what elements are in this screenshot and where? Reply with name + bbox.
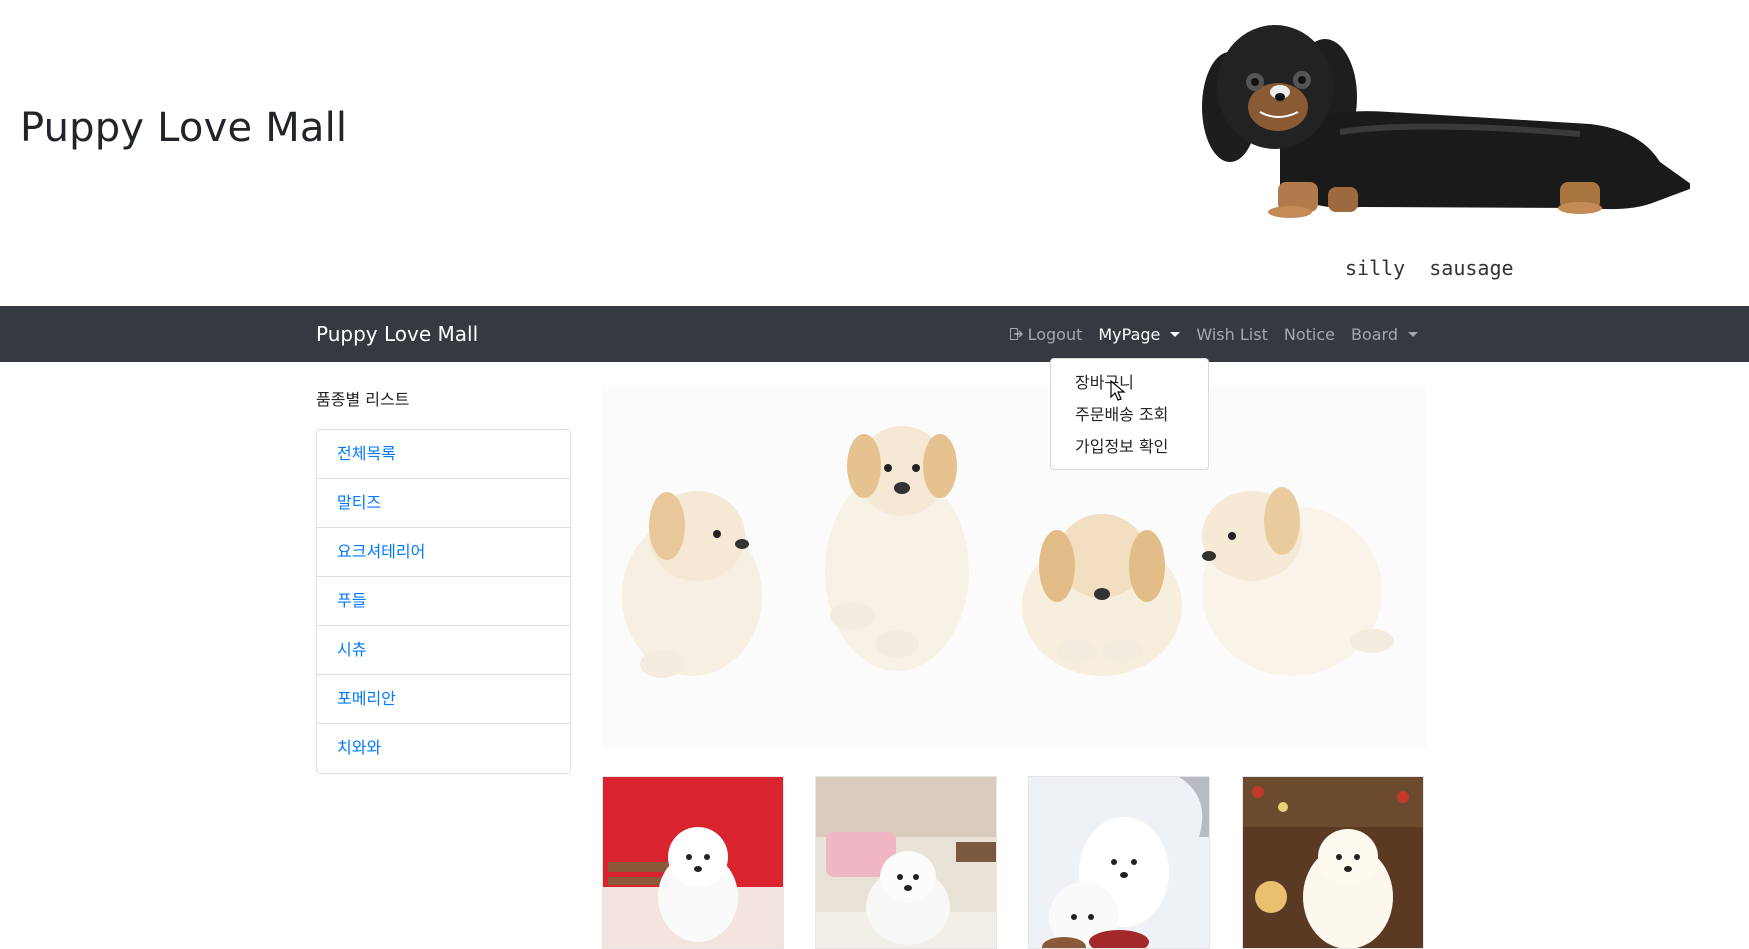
board-label: Board [1350,324,1398,344]
two-white-puppies [1029,777,1209,948]
site-title: Puppy Love Mall [20,105,348,151]
top-navbar: Puppy Love Mall Logout MyPage Wish List … [0,306,1749,362]
mypage-dropdown-menu: 장바구니 주문배송 조회 가입정보 확인 [1050,358,1209,470]
sign-out-icon [1009,328,1023,340]
four-puppies-photo [602,386,1426,748]
breed-item-yorkshire[interactable]: 요크셔테리어 [317,528,570,577]
mypage-dropdown-toggle[interactable]: MyPage [1098,324,1181,344]
menu-item-account-info[interactable]: 가입정보 확인 [1051,431,1208,463]
menu-item-cart[interactable]: 장바구니 [1051,367,1208,399]
white-puppy-christmas [1243,777,1423,948]
menu-item-order-tracking[interactable]: 주문배송 조회 [1051,399,1208,431]
notice-link[interactable]: Notice [1284,325,1335,344]
white-puppy-red-background [603,777,783,948]
navbar-brand[interactable]: Puppy Love Mall [316,322,478,346]
caret-down-icon [1408,331,1418,337]
product-thumbnail[interactable] [1028,776,1210,949]
navbar-links: Logout MyPage Wish List Notice Board [1009,306,1418,362]
hero-carousel[interactable] [602,386,1426,748]
illustration-caption: silly sausage [1345,256,1514,280]
white-puppy-pink-sofa [816,777,996,948]
breed-item-maltese[interactable]: 말티즈 [317,479,570,528]
wishlist-link[interactable]: Wish List [1196,325,1267,344]
logout-label: Logout [1027,324,1083,344]
logout-link[interactable]: Logout [1009,324,1083,344]
breed-item-poodle[interactable]: 푸들 [317,577,570,626]
caret-down-icon [1170,331,1181,337]
product-thumbnail[interactable] [1242,776,1424,949]
breed-item-all[interactable]: 전체목록 [317,430,570,479]
dachshund-illustration [1202,25,1690,218]
mypage-label: MyPage [1098,324,1161,344]
header-banner: Puppy Love Mall silly sausage [0,0,1749,306]
sidebar-heading: 품종별 리스트 [316,390,410,409]
breed-item-shihtzu[interactable]: 시츄 [317,626,570,675]
product-thumbnail[interactable] [602,776,784,949]
product-thumbnail[interactable] [815,776,997,949]
mouse-cursor-icon [1110,380,1126,401]
board-dropdown-toggle[interactable]: Board [1351,325,1418,344]
breed-list: 전체목록 말티즈 요크셔테리어 푸들 시츄 포메리안 치와와 [316,429,571,774]
breed-item-chihuahua[interactable]: 치와와 [317,724,570,773]
breed-item-pomeranian[interactable]: 포메리안 [317,675,570,724]
